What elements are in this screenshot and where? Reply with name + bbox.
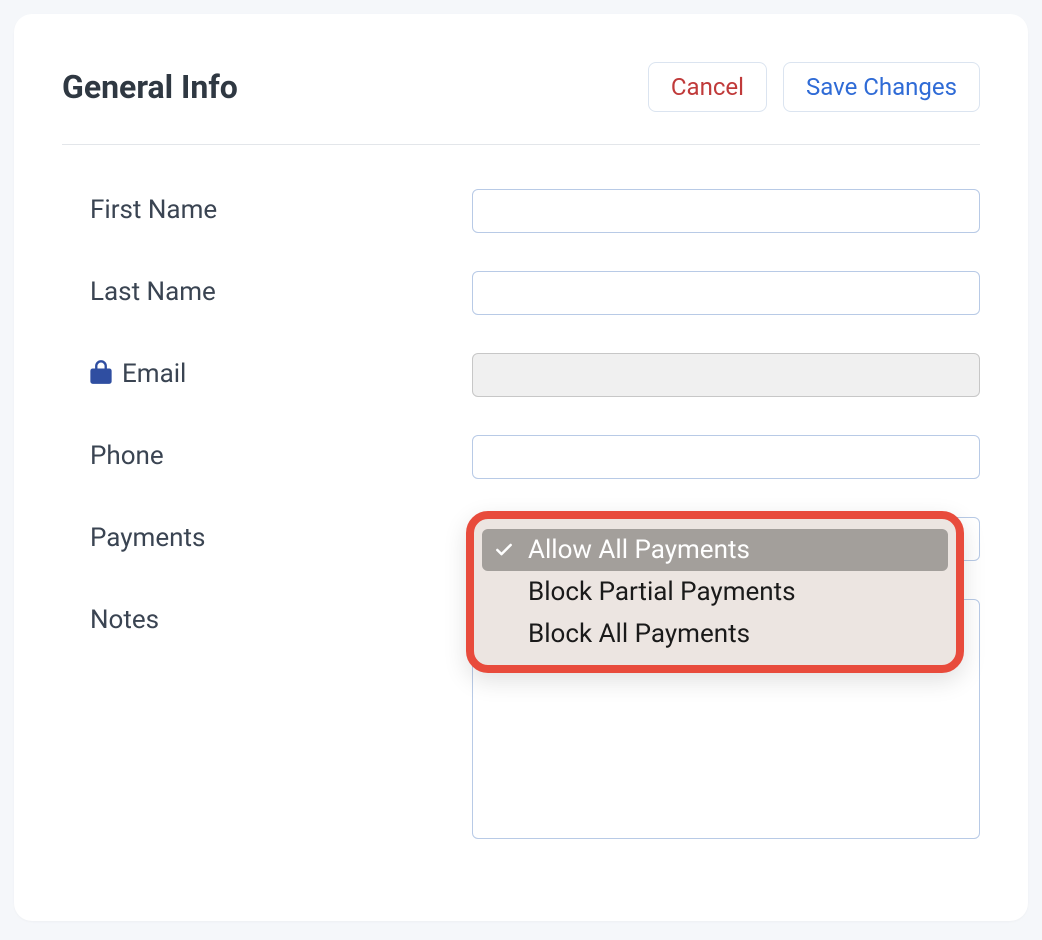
phone-label: Phone (90, 441, 164, 471)
payments-label: Payments (90, 523, 205, 553)
notes-label: Notes (90, 605, 159, 635)
lock-icon (90, 359, 112, 389)
first-name-label: First Name (90, 195, 217, 225)
cancel-button[interactable]: Cancel (648, 62, 767, 112)
card-header: General Info Cancel Save Changes (62, 62, 980, 145)
payments-option-allow-all[interactable]: Allow All Payments (482, 529, 948, 571)
payments-dropdown-menu: Allow All Payments Block Partial Payment… (466, 511, 964, 673)
payments-option-label: Block All Payments (528, 619, 750, 649)
first-name-input[interactable] (472, 189, 980, 233)
first-name-row: First Name (62, 189, 980, 233)
header-actions: Cancel Save Changes (648, 62, 980, 112)
save-changes-button[interactable]: Save Changes (783, 62, 980, 112)
phone-row: Phone (62, 435, 980, 479)
email-input (472, 353, 980, 397)
payments-row: Payments Allow All Payments Block Partia… (62, 517, 980, 561)
payments-option-label: Allow All Payments (528, 535, 750, 565)
phone-label-col: Phone (62, 435, 472, 471)
last-name-input[interactable] (472, 271, 980, 315)
payments-option-label: Block Partial Payments (528, 577, 796, 607)
check-icon (492, 540, 516, 560)
email-label-col: Email (62, 353, 472, 389)
phone-input[interactable] (472, 435, 980, 479)
notes-label-col: Notes (62, 599, 472, 635)
first-name-label-col: First Name (62, 189, 472, 225)
last-name-row: Last Name (62, 271, 980, 315)
email-label: Email (122, 359, 186, 389)
payments-option-block-partial[interactable]: Block Partial Payments (482, 571, 948, 613)
email-row: Email (62, 353, 980, 397)
payments-option-block-all[interactable]: Block All Payments (482, 613, 948, 655)
page-title: General Info (62, 68, 238, 106)
last-name-label: Last Name (90, 277, 216, 307)
payments-label-col: Payments (62, 517, 472, 553)
general-info-card: General Info Cancel Save Changes First N… (14, 14, 1028, 921)
last-name-label-col: Last Name (62, 271, 472, 307)
